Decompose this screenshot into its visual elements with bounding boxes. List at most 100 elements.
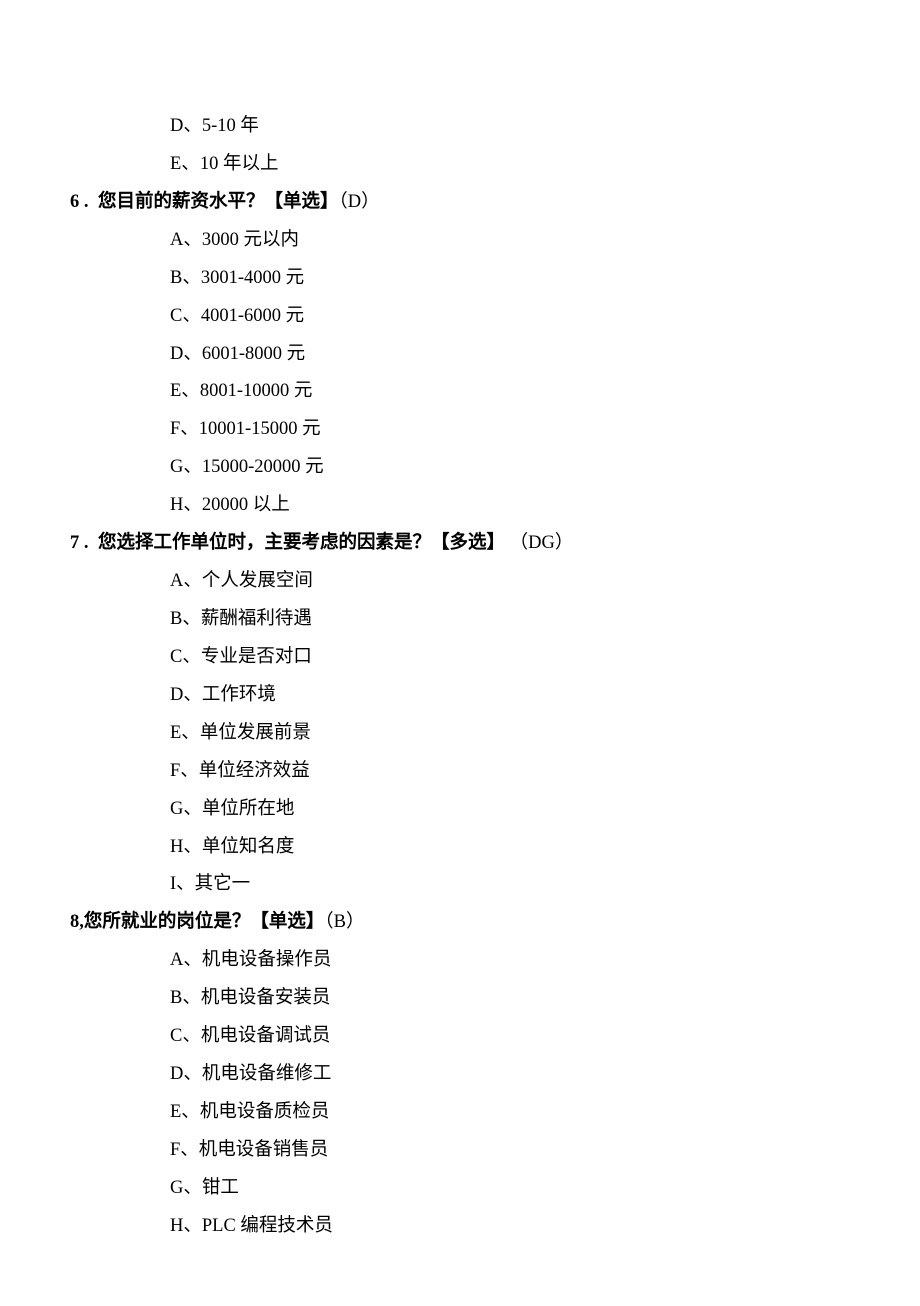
option-row: I、其它一 [170, 866, 880, 904]
question-7: 7 .您选择工作单位时，主要考虑的因素是？【多选】 （DG） [40, 525, 880, 563]
option-label: I、 [170, 874, 195, 894]
option-label: F、 [170, 1140, 199, 1160]
prev-question-options: D、5-10 年 E、10 年以上 [40, 108, 880, 184]
option-label: E、 [170, 154, 200, 174]
question-number: 6 . [70, 184, 98, 222]
option-text: 3000 元以内 [202, 230, 299, 250]
option-label: G、 [170, 1178, 202, 1198]
option-text: 其它一 [195, 874, 251, 894]
option-label: G、 [170, 799, 202, 819]
option-label: D、 [170, 344, 202, 364]
option-label: C、 [170, 647, 201, 667]
option-label: A、 [170, 950, 202, 970]
option-row: B、3001-4000 元 [170, 260, 880, 298]
option-text: 工作环境 [202, 685, 276, 705]
option-label: C、 [170, 306, 201, 326]
option-row: G、钳工 [170, 1170, 880, 1208]
option-label: B、 [170, 609, 201, 629]
option-text: 4001-6000 元 [201, 306, 304, 326]
option-row: A、个人发展空间 [170, 563, 880, 601]
option-label: B、 [170, 268, 201, 288]
option-row: A、3000 元以内 [170, 222, 880, 260]
question-number: 8, [70, 912, 84, 932]
option-label: D、 [170, 116, 202, 136]
question-8: 8,您所就业的岗位是？【单选】（B） [40, 904, 880, 942]
option-text: 机电设备销售员 [199, 1140, 329, 1160]
option-label: E、 [170, 381, 200, 401]
option-row: F、单位经济效益 [170, 753, 880, 791]
option-row: F、10001-15000 元 [170, 411, 880, 449]
question-type-tag: 【多选】 [431, 533, 505, 553]
document-page: D、5-10 年 E、10 年以上 6 .您目前的薪资水平？【单选】（D） A、… [0, 0, 920, 1306]
option-text: 专业是否对口 [201, 647, 312, 667]
option-row: H、20000 以上 [170, 487, 880, 525]
option-row: E、10 年以上 [170, 146, 880, 184]
option-text: 3001-4000 元 [201, 268, 304, 288]
option-text: 个人发展空间 [202, 571, 313, 591]
option-row: H、PLC 编程技术员 [170, 1208, 880, 1246]
option-row: D、6001-8000 元 [170, 336, 880, 374]
question-text: 您目前的薪资水平？ [98, 192, 265, 212]
option-row: B、机电设备安装员 [170, 980, 880, 1018]
option-label: D、 [170, 685, 202, 705]
question-number: 7 . [70, 525, 98, 563]
option-row: H、单位知名度 [170, 829, 880, 867]
option-row: A、机电设备操作员 [170, 942, 880, 980]
option-label: A、 [170, 230, 202, 250]
option-row: C、机电设备调试员 [170, 1018, 880, 1056]
option-row: E、机电设备质检员 [170, 1094, 880, 1132]
option-row: F、机电设备销售员 [170, 1132, 880, 1170]
question-text: 您所就业的岗位是？ [84, 912, 251, 932]
option-row: D、5-10 年 [170, 108, 880, 146]
question-7-options: A、个人发展空间 B、薪酬福利待遇 C、专业是否对口 D、工作环境 E、单位发展… [40, 563, 880, 904]
option-row: G、15000-20000 元 [170, 449, 880, 487]
option-label: G、 [170, 457, 202, 477]
option-text: 薪酬福利待遇 [201, 609, 312, 629]
option-label: A、 [170, 571, 202, 591]
question-8-options: A、机电设备操作员 B、机电设备安装员 C、机电设备调试员 D、机电设备维修工 … [40, 942, 880, 1245]
option-label: E、 [170, 723, 200, 743]
option-label: E、 [170, 1102, 200, 1122]
option-row: C、专业是否对口 [170, 639, 880, 677]
option-text: 单位经济效益 [199, 761, 310, 781]
option-text: 20000 以上 [202, 495, 290, 515]
option-label: B、 [170, 988, 201, 1008]
question-6-options: A、3000 元以内 B、3001-4000 元 C、4001-6000 元 D… [40, 222, 880, 525]
option-label: D、 [170, 1064, 202, 1084]
option-text: 单位发展前景 [200, 723, 311, 743]
option-row: B、薪酬福利待遇 [170, 601, 880, 639]
option-text: 8001-10000 元 [200, 381, 313, 401]
question-answer: （D） [339, 192, 380, 212]
option-row: G、单位所在地 [170, 791, 880, 829]
option-text: 机电设备安装员 [201, 988, 331, 1008]
option-text: 10001-15000 元 [199, 419, 321, 439]
option-row: D、机电设备维修工 [170, 1056, 880, 1094]
option-text: 10 年以上 [200, 154, 279, 174]
option-label: H、 [170, 495, 202, 515]
option-label: H、 [170, 1216, 202, 1236]
option-text: PLC 编程技术员 [202, 1216, 333, 1236]
option-text: 15000-20000 元 [202, 457, 324, 477]
question-type-tag: 【单选】 [250, 912, 324, 932]
option-row: E、8001-10000 元 [170, 373, 880, 411]
option-text: 6001-8000 元 [202, 344, 305, 364]
option-label: F、 [170, 761, 199, 781]
option-text: 机电设备调试员 [201, 1026, 331, 1046]
option-text: 机电设备维修工 [202, 1064, 332, 1084]
option-text: 机电设备操作员 [202, 950, 332, 970]
option-text: 机电设备质检员 [200, 1102, 330, 1122]
option-text: 钳工 [202, 1178, 239, 1198]
option-text: 单位知名度 [202, 837, 295, 857]
option-row: E、单位发展前景 [170, 715, 880, 753]
question-answer: （B） [324, 912, 364, 932]
question-6: 6 .您目前的薪资水平？【单选】（D） [40, 184, 880, 222]
option-row: D、工作环境 [170, 677, 880, 715]
option-label: H、 [170, 837, 202, 857]
question-text: 您选择工作单位时，主要考虑的因素是？ [98, 533, 431, 553]
option-text: 单位所在地 [202, 799, 295, 819]
question-type-tag: 【单选】 [265, 192, 339, 212]
option-text: 5-10 年 [202, 116, 259, 136]
option-row: C、4001-6000 元 [170, 298, 880, 336]
option-label: C、 [170, 1026, 201, 1046]
question-answer: （DG） [505, 533, 573, 553]
